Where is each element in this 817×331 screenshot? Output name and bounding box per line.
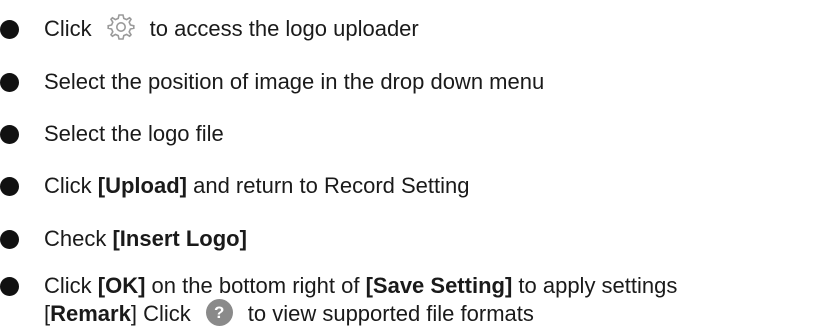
bullet-icon (0, 230, 19, 249)
step-text: Click [Upload] and return to Record Sett… (44, 172, 469, 200)
help-icon: ? (205, 299, 233, 327)
step-text: Select the position of image in the drop… (44, 69, 545, 94)
ok-label: [OK] (97, 273, 146, 298)
remark-label: Remark (50, 301, 131, 326)
save-setting-label: [Save Setting] (365, 273, 513, 298)
step-text-post: and return to Record Setting (186, 173, 470, 198)
step-text: Click [OK] on the bottom right of [Save … (44, 272, 677, 300)
gear-icon (106, 12, 136, 42)
remark-text-pre: Click (136, 301, 191, 326)
upload-label: [Upload] (97, 173, 187, 198)
step-text-mid: on the bottom right of (145, 273, 366, 298)
step-text-pre: Click (44, 173, 98, 198)
remark-note: [Remark] Click? to view supported file fo… (44, 299, 534, 328)
bullet-icon (0, 177, 19, 196)
insert-logo-label: [Insert Logo] (112, 226, 247, 251)
step-text-pre: Click (44, 273, 98, 298)
step-text-post: to apply settings (512, 273, 678, 298)
step-text: Select the logo file (44, 121, 224, 146)
step-text: Click to access the logo uploader (44, 12, 419, 43)
bullet-icon (0, 20, 19, 39)
bullet-icon (0, 125, 19, 144)
step-text-pre: Click (44, 16, 92, 41)
bullet-icon (0, 73, 19, 92)
step-text: Check [Insert Logo] (44, 225, 247, 253)
step-text-pre: Check (44, 226, 113, 251)
bullet-icon (0, 277, 19, 296)
step-text-post: to access the logo uploader (149, 16, 419, 41)
instructions-document: Click to access the logo uploader Select… (0, 0, 817, 331)
remark-text-post: to view supported file formats (247, 301, 534, 326)
